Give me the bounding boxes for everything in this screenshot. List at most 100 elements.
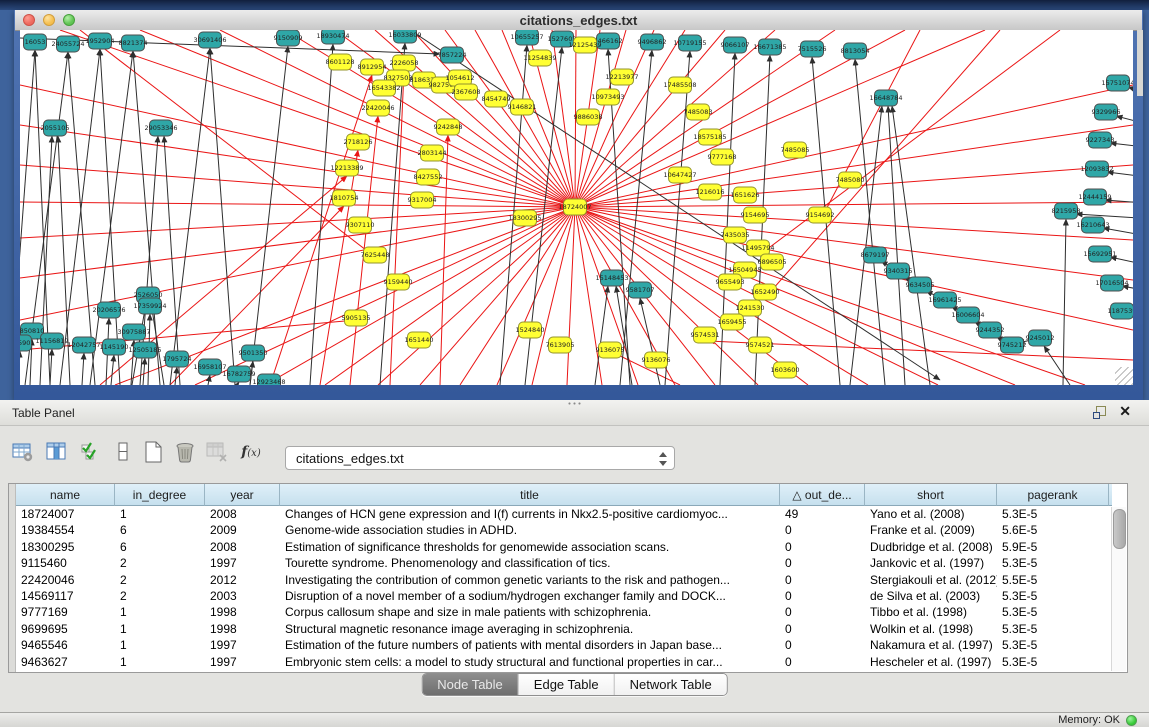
graph-node[interactable]: 9496862 bbox=[638, 34, 667, 50]
graph-node[interactable]: 5905135 bbox=[342, 310, 371, 326]
graph-node[interactable]: 9581707 bbox=[626, 282, 655, 298]
tab-edge-table[interactable]: Edge Table bbox=[519, 674, 615, 695]
delete-entries-trash-icon[interactable] bbox=[172, 438, 198, 466]
graph-node[interactable]: 10973493 bbox=[591, 89, 624, 105]
graph-node[interactable]: 12213389 bbox=[330, 160, 363, 176]
graph-node[interactable]: 7485080 bbox=[836, 172, 865, 188]
graph-node[interactable]: 1651626 bbox=[731, 187, 760, 203]
table-row[interactable]: 977716911998Corpus callosum shape and si… bbox=[16, 604, 1112, 620]
graph-node[interactable]: 9159440 bbox=[384, 274, 413, 290]
vertical-scrollbar[interactable] bbox=[1111, 507, 1126, 671]
graph-node[interactable]: 15751074 bbox=[1101, 75, 1133, 91]
graph-node[interactable]: 9136075 bbox=[596, 342, 625, 358]
column-header-out_de[interactable]: △ out_de... bbox=[780, 484, 865, 506]
graph-node[interactable]: 9501350 bbox=[239, 345, 268, 361]
graph-node[interactable]: 1659455 bbox=[718, 314, 747, 330]
graph-node[interactable]: 2055105 bbox=[41, 120, 70, 136]
graph-node[interactable]: 9242848 bbox=[434, 119, 463, 135]
scrollbar-thumb[interactable] bbox=[1113, 509, 1126, 549]
table-row[interactable]: 911546021997Tourette syndrome. Phenomeno… bbox=[16, 555, 1112, 571]
graph-node[interactable]: 1795724 bbox=[163, 351, 192, 367]
graph-node[interactable]: 7515526 bbox=[798, 41, 827, 57]
graph-node[interactable]: 9634505 bbox=[906, 277, 935, 293]
graph-node[interactable]: 8912954 bbox=[358, 59, 387, 75]
graph-node[interactable]: 9136076 bbox=[642, 352, 671, 368]
graph-node[interactable]: 9154695 bbox=[741, 207, 770, 223]
graph-node[interactable]: 1603600 bbox=[771, 362, 800, 378]
graph-node[interactable]: 17016504 bbox=[1095, 275, 1128, 291]
table-row[interactable]: 2242004622012Investigating the contribut… bbox=[16, 572, 1112, 588]
graph-node[interactable]: 9245012 bbox=[1026, 330, 1055, 346]
graph-node[interactable]: 8679197 bbox=[861, 247, 890, 263]
show-columns-icon[interactable] bbox=[44, 438, 70, 466]
graph-node[interactable]: 8454749 bbox=[482, 91, 511, 107]
graph-node[interactable]: 1810754 bbox=[330, 190, 359, 206]
graph-node[interactable]: 29053346 bbox=[144, 120, 177, 136]
graph-node[interactable]: 7613905 bbox=[546, 337, 575, 353]
graph-node[interactable]: 9244352 bbox=[976, 322, 1005, 338]
graph-node[interactable]: 9340315 bbox=[884, 263, 913, 279]
function-builder-icon[interactable]: f(x) bbox=[238, 438, 264, 466]
table-settings-icon[interactable] bbox=[10, 438, 36, 466]
graph-node[interactable]: 1652490 bbox=[751, 284, 780, 300]
graph-node[interactable]: 10719155 bbox=[673, 35, 706, 51]
column-header-year[interactable]: year bbox=[205, 484, 280, 506]
tab-network-table[interactable]: Network Table bbox=[615, 674, 727, 695]
row-height-icon[interactable] bbox=[110, 438, 136, 466]
graph-node[interactable]: 16053 bbox=[24, 34, 47, 50]
graph-node[interactable]: 9655493 bbox=[716, 274, 745, 290]
graph-node[interactable]: 8215958 bbox=[1052, 203, 1081, 219]
graph-node[interactable]: 1651440 bbox=[405, 332, 434, 348]
graph-node[interactable]: 9227343 bbox=[1086, 132, 1115, 148]
float-panel-icon[interactable] bbox=[1093, 406, 1105, 418]
table-row[interactable]: 946362711997Embryonic stem cells: a mode… bbox=[16, 654, 1112, 670]
graph-node[interactable]: 9574531 bbox=[691, 327, 720, 343]
graph-node[interactable]: 9066107 bbox=[721, 37, 750, 53]
column-header-pagerank[interactable]: pagerank bbox=[997, 484, 1109, 506]
graph-node[interactable]: 18575185 bbox=[693, 129, 726, 145]
graph-node[interactable]: 9317004 bbox=[408, 192, 437, 208]
graph-node[interactable]: 16671385 bbox=[753, 39, 786, 55]
graph-node[interactable]: 8427552 bbox=[414, 169, 443, 185]
graph-node[interactable]: 8821374 bbox=[119, 35, 148, 51]
graph-node[interactable]: 2367608 bbox=[452, 84, 481, 100]
graph-node[interactable]: 12093832 bbox=[1080, 161, 1113, 177]
close-panel-icon[interactable]: ✕ bbox=[1119, 403, 1131, 420]
graph-node[interactable]: 7435035 bbox=[721, 227, 750, 243]
graph-node[interactable]: 1952904 bbox=[86, 33, 115, 49]
graph-node[interactable]: 9150909 bbox=[274, 30, 303, 46]
graph-node[interactable]: 15692951 bbox=[1083, 246, 1116, 262]
graph-node[interactable]: 9574521 bbox=[746, 337, 775, 353]
graph-node[interactable]: 1216016 bbox=[696, 184, 725, 200]
graph-node[interactable]: 8813054 bbox=[841, 43, 870, 59]
graph-node[interactable]: 7485085 bbox=[781, 142, 810, 158]
graph-node[interactable]: 16210643 bbox=[1076, 217, 1109, 233]
graph-node[interactable]: 24055724 bbox=[51, 36, 84, 52]
table-row[interactable]: 1456911722003Disruption of a novel membe… bbox=[16, 588, 1112, 604]
graph-node[interactable]: 10647427 bbox=[663, 167, 696, 183]
graph-node[interactable]: 9777168 bbox=[708, 149, 737, 165]
graph-node[interactable]: 18930474 bbox=[316, 30, 349, 44]
graph-node[interactable]: 9146821 bbox=[508, 99, 537, 115]
table-row[interactable]: 1872400712008Changes of HCN gene express… bbox=[16, 506, 1112, 522]
column-header-short[interactable]: short bbox=[865, 484, 997, 506]
graph-node[interactable]: 17485508 bbox=[663, 77, 696, 93]
network-canvas[interactable]: 1605324055724195290488213743069140691509… bbox=[20, 30, 1133, 385]
column-header-title[interactable]: title bbox=[280, 484, 780, 506]
table-selector-dropdown[interactable]: citations_edges.txt bbox=[285, 446, 675, 470]
column-header-name[interactable]: name bbox=[16, 484, 115, 506]
graph-node[interactable]: 2718126 bbox=[344, 134, 373, 150]
window-resize-grip[interactable] bbox=[1115, 367, 1133, 385]
graph-node[interactable]: 2803144 bbox=[418, 145, 447, 161]
table-row[interactable]: 946554611997Estimation of the future num… bbox=[16, 637, 1112, 653]
select-all-checks-icon[interactable] bbox=[78, 438, 104, 466]
graph-node[interactable]: 9745212 bbox=[998, 337, 1027, 353]
graph-node[interactable]: 11254839 bbox=[523, 50, 556, 66]
graph-node[interactable]: 10655257 bbox=[510, 30, 543, 45]
graph-node[interactable]: 22420046 bbox=[361, 100, 394, 116]
graph-node[interactable]: 6896505 bbox=[758, 254, 787, 270]
graph-node[interactable]: 16648784 bbox=[869, 90, 902, 106]
graph-node[interactable]: 7857224 bbox=[438, 47, 467, 63]
graph-node[interactable]: 1145190 bbox=[100, 339, 129, 355]
graph-node[interactable]: 1187539 bbox=[1108, 303, 1133, 319]
